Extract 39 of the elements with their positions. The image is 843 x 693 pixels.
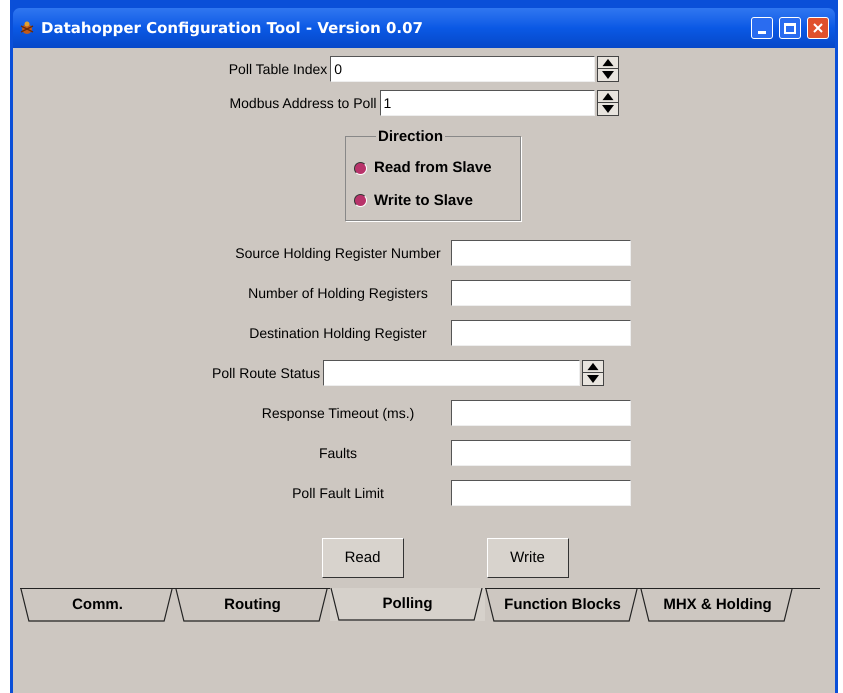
- close-icon: [812, 22, 824, 34]
- field-label: Destination Holding Register: [248, 324, 428, 343]
- action-button[interactable]: Read: [322, 538, 404, 578]
- tab[interactable]: Comm.: [20, 589, 175, 622]
- input-field[interactable]: [451, 440, 631, 466]
- input-field[interactable]: [451, 320, 631, 346]
- tab[interactable]: MHX & Holding: [640, 589, 795, 622]
- input-field[interactable]: [451, 400, 631, 426]
- input-field[interactable]: [451, 240, 631, 266]
- radio-option[interactable]: Write to Slave: [354, 190, 520, 212]
- spinner-control[interactable]: [596, 90, 619, 116]
- tab[interactable]: Function Blocks: [485, 589, 640, 622]
- field-label: Poll Route Status: [212, 364, 320, 382]
- field-label: Source Holding Register Number: [234, 244, 442, 263]
- action-button[interactable]: Write: [486, 538, 568, 578]
- up-arrow-icon: [598, 91, 618, 103]
- input-field[interactable]: [323, 360, 580, 386]
- radio-option[interactable]: Read from Slave: [354, 157, 520, 180]
- input-field[interactable]: 1: [380, 90, 595, 116]
- field-label: Poll Table Index: [228, 60, 328, 78]
- field-label: Modbus Address to Poll: [229, 94, 377, 112]
- input-field[interactable]: [451, 280, 631, 306]
- minimize-button[interactable]: [751, 17, 773, 39]
- up-arrow-icon: [598, 57, 618, 69]
- up-arrow-icon: [583, 361, 604, 373]
- field-label: Response Timeout (ms.): [260, 404, 416, 423]
- tab[interactable]: Routing: [175, 589, 330, 622]
- field-label: Poll Fault Limit: [291, 484, 385, 502]
- input-field[interactable]: [451, 480, 631, 506]
- input-field[interactable]: 0: [330, 56, 596, 82]
- field-label: Faults: [318, 444, 358, 462]
- bug-icon: [19, 20, 35, 36]
- window-title: Datahopper Configuration Tool - Version 0.07: [41, 18, 424, 39]
- field-label: Number of Holding Registers: [247, 284, 429, 303]
- spinner-control[interactable]: [582, 360, 604, 386]
- spinner-control[interactable]: [597, 56, 620, 82]
- close-button[interactable]: [807, 17, 829, 39]
- maximize-button[interactable]: [779, 17, 801, 39]
- tab[interactable]: Polling: [330, 588, 485, 621]
